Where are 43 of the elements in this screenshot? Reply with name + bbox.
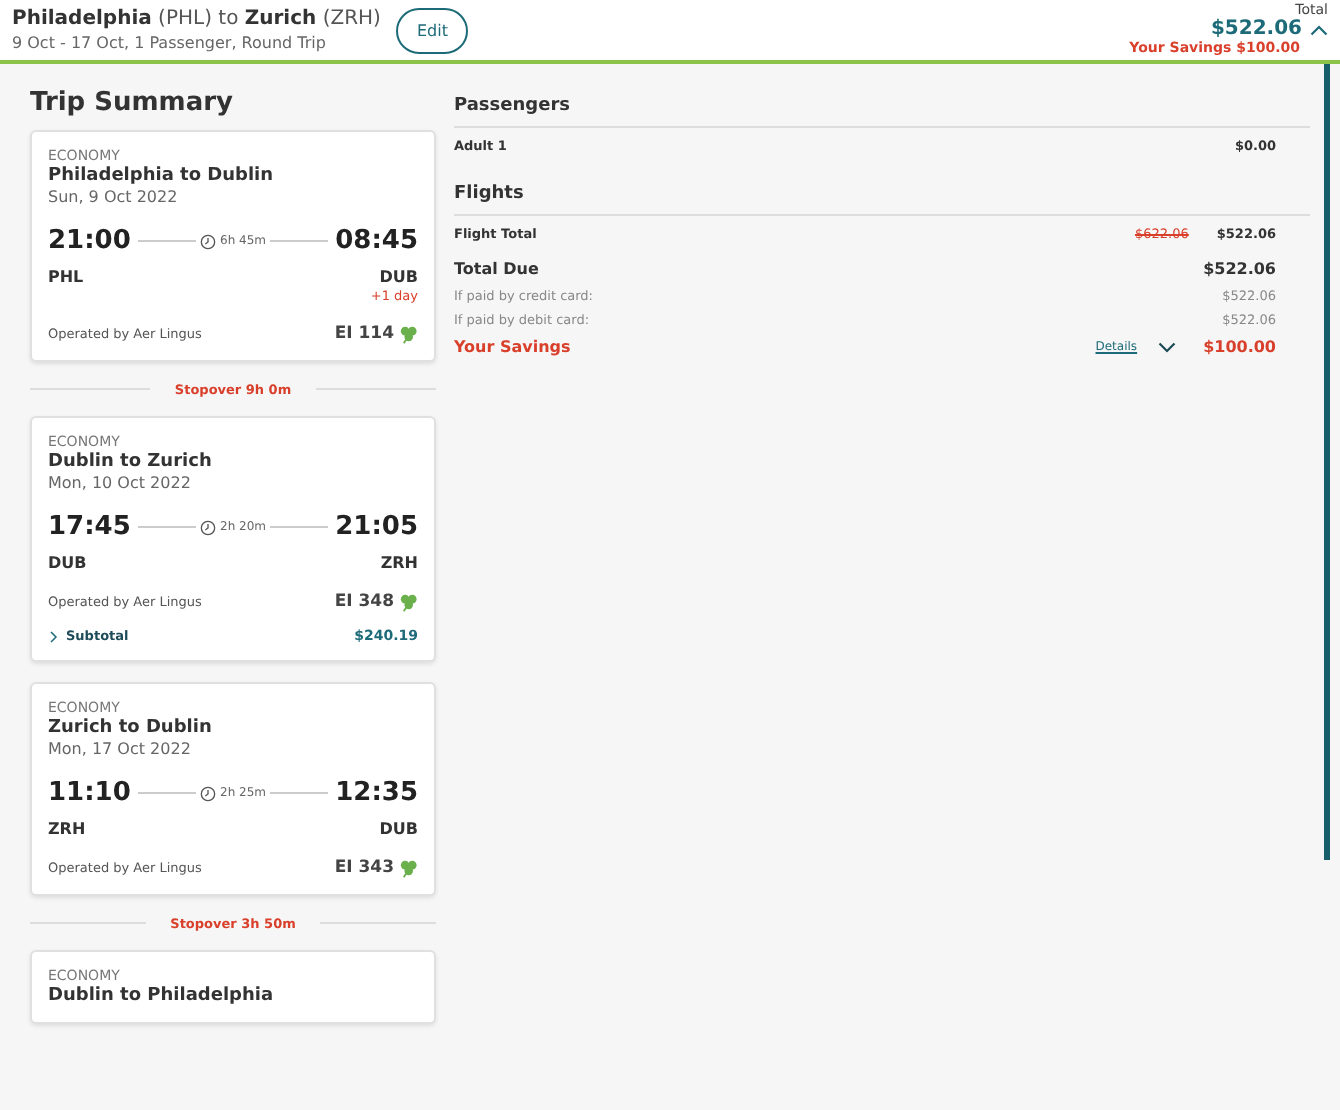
airport-code: DUB — [48, 554, 87, 572]
arrival-time: 12:35 — [335, 778, 418, 808]
arrival-time: 21:05 — [335, 512, 418, 542]
departure-time: 11:10 — [48, 778, 131, 808]
section-heading: Passengers — [454, 96, 1310, 128]
departure-time: 17:45 — [48, 512, 131, 542]
flight-date: Sun, 9 Oct 2022 — [48, 188, 180, 206]
trip-route: Philadelphia (PHL) to Zurich (ZRH) — [12, 8, 381, 30]
trip-details: 9 Oct - 17 Oct, 1 Passenger, Round Trip — [12, 34, 328, 52]
flight-date: Mon, 10 Oct 2022 — [48, 474, 193, 492]
flight-date: Mon, 17 Oct 2022 — [48, 740, 193, 758]
price-label: Your Savings — [454, 338, 571, 356]
airport-code: DUB — [379, 268, 418, 286]
shamrock-icon — [398, 858, 418, 878]
flight-route: Dublin to Philadelphia — [48, 986, 276, 1006]
chevron-icon[interactable] — [1157, 341, 1176, 353]
total-price: $522.06 — [1210, 18, 1302, 40]
clock-icon — [200, 785, 216, 801]
shamrock-icon — [398, 324, 418, 344]
price-label: Total Due — [454, 260, 539, 278]
flight-number: EI 343 — [334, 858, 394, 878]
flight-route: Dublin to Zurich — [48, 452, 214, 472]
departure-time: 21:00 — [48, 226, 131, 256]
scrollbar-thumb[interactable] — [1324, 64, 1330, 860]
arrival-time: 08:45 — [335, 226, 418, 256]
chevron-icon[interactable] — [49, 630, 59, 642]
chevron-icon[interactable] — [1310, 23, 1328, 35]
price-value: $100.00 — [1203, 338, 1276, 356]
flight-route: Zurich to Dublin — [48, 718, 214, 738]
flight-number: EI 114 — [334, 324, 394, 344]
flight-number: EI 348 — [334, 592, 394, 612]
clock-icon — [200, 519, 216, 535]
airport-code: PHL — [48, 268, 84, 286]
flight-route: Philadelphia to Dublin — [48, 166, 276, 186]
edit-button[interactable]: Edit — [396, 7, 468, 53]
airport-code: DUB — [379, 820, 418, 838]
airport-code: ZRH — [48, 820, 86, 838]
section-title: Trip Summary — [30, 88, 236, 118]
shamrock-icon — [398, 592, 418, 612]
airport-code: ZRH — [380, 554, 418, 572]
price-value: $522.06 — [1203, 260, 1276, 278]
clock-icon — [200, 233, 216, 249]
section-heading: Flights — [454, 184, 1310, 216]
